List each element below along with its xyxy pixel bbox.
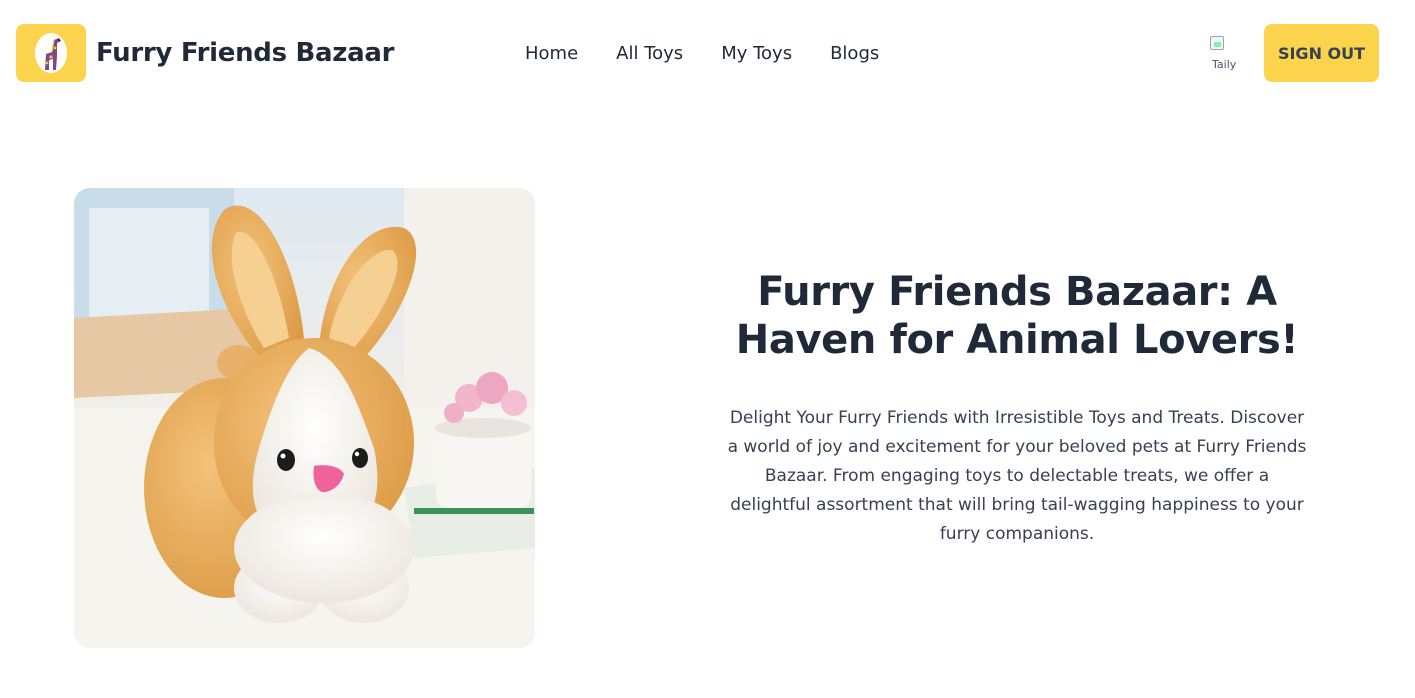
brand-name[interactable]: Furry Friends Bazaar: [96, 38, 394, 68]
navbar: Furry Friends Bazaar Home All Toys My To…: [0, 0, 1415, 108]
nav-blogs[interactable]: Blogs: [830, 43, 879, 64]
broken-image-icon: [1210, 36, 1224, 50]
giraffe-toy-icon: [35, 33, 67, 73]
nav-home[interactable]: Home: [525, 43, 578, 64]
hero-text: Furry Friends Bazaar: A Haven for Animal…: [700, 268, 1334, 549]
hero-image: [74, 188, 535, 648]
main-nav: Home All Toys My Toys Blogs: [525, 43, 917, 64]
hero-description: Delight Your Furry Friends with Irresist…: [727, 408, 1307, 544]
plush-bunny-toy-image: [74, 188, 535, 648]
logo[interactable]: [16, 24, 86, 82]
user-avatar[interactable]: Taily: [1210, 36, 1246, 72]
avatar-alt-text: Taily: [1212, 58, 1237, 71]
sign-out-button[interactable]: SIGN OUT: [1264, 24, 1379, 82]
nav-my-toys[interactable]: My Toys: [721, 43, 792, 64]
hero-title: Furry Friends Bazaar: A Haven for Animal…: [735, 269, 1299, 363]
nav-all-toys[interactable]: All Toys: [616, 43, 683, 64]
